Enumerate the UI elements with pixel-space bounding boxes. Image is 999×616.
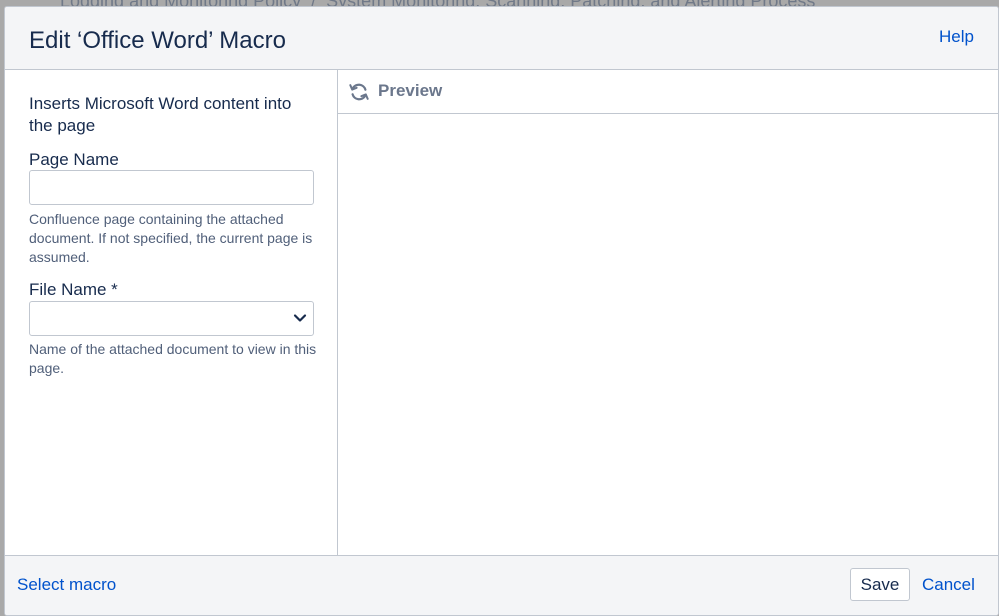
cancel-link[interactable]: Cancel: [922, 575, 975, 595]
macro-parameters-panel: Inserts Microsoft Word content into the …: [5, 70, 338, 555]
file-name-label: File Name *: [29, 280, 118, 299]
macro-dialog: Edit ‘Office Word’ Macro Help Inserts Mi…: [4, 6, 999, 616]
dialog-body: Inserts Microsoft Word content into the …: [5, 70, 998, 555]
dialog-footer: Select macro Save Cancel: [5, 555, 998, 615]
dialog-title: Edit ‘Office Word’ Macro: [29, 27, 286, 54]
page-name-input[interactable]: [29, 170, 314, 205]
dialog-header: Edit ‘Office Word’ Macro Help: [5, 7, 998, 70]
save-button[interactable]: Save: [850, 568, 910, 601]
chevron-down-icon: [293, 314, 307, 322]
preview-header: Preview: [338, 70, 998, 114]
help-link[interactable]: Help: [939, 27, 974, 47]
refresh-icon[interactable]: [348, 81, 370, 103]
select-macro-link[interactable]: Select macro: [17, 575, 116, 595]
page-name-help: Confluence page containing the attached …: [29, 211, 313, 265]
file-name-help: Name of the attached document to view in…: [29, 341, 317, 376]
page-name-label: Page Name: [29, 150, 119, 169]
preview-panel: Preview: [338, 70, 998, 555]
macro-description: Inserts Microsoft Word content into the …: [29, 94, 292, 135]
preview-title: Preview: [378, 81, 443, 100]
file-name-select[interactable]: [29, 301, 314, 336]
